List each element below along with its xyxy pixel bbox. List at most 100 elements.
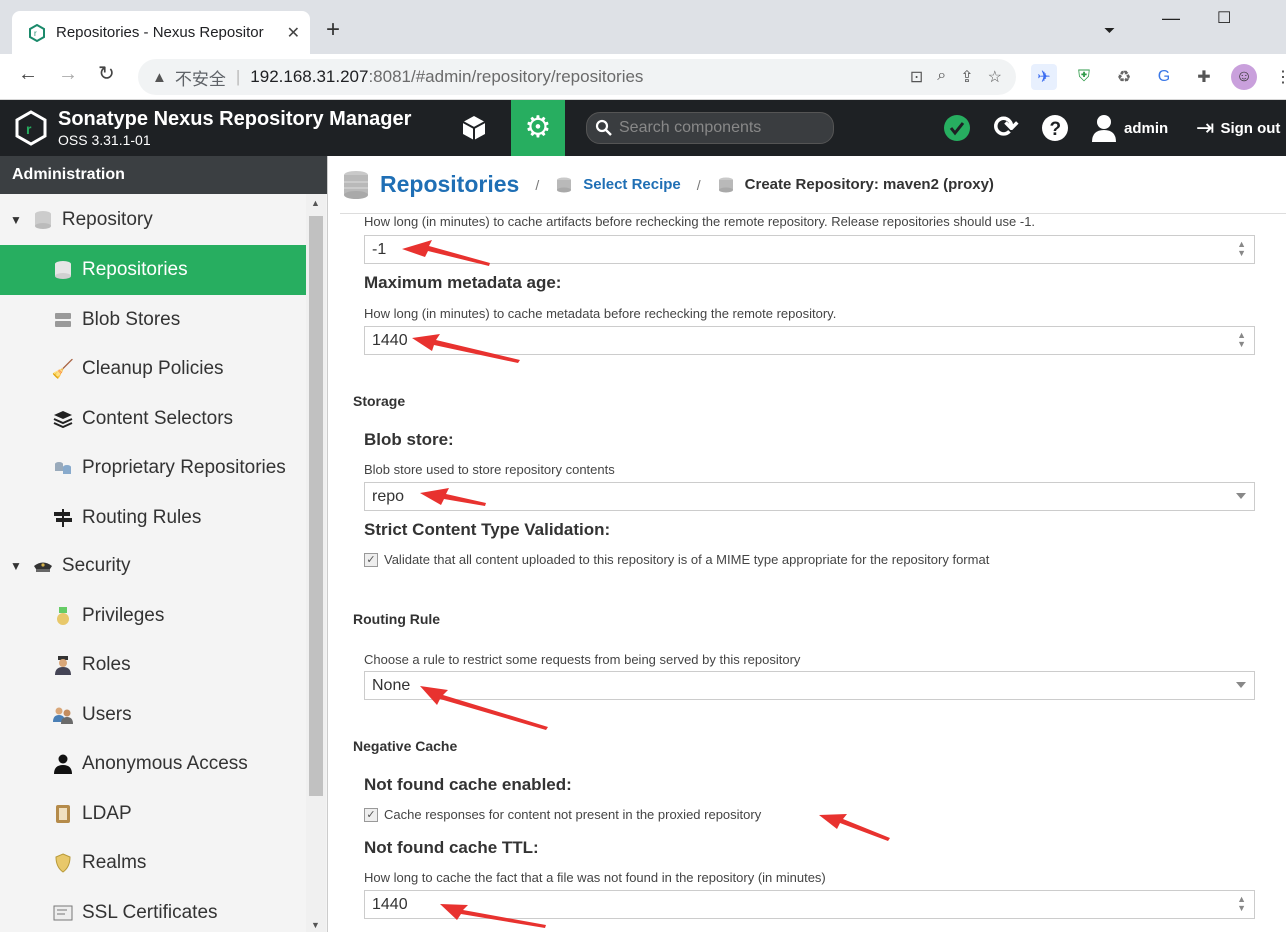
sidebar-scrollbar[interactable]: ▲ ▼ <box>306 194 326 932</box>
sidebar-item-label: Proprietary Repositories <box>82 457 286 478</box>
new-tab-icon[interactable]: + <box>326 18 340 42</box>
admin-settings-button[interactable]: ⚙ <box>511 100 565 156</box>
extension-translate-icon[interactable]: G <box>1151 64 1177 90</box>
nf-cache-enabled-checkbox[interactable]: ✓ Cache responses for content not presen… <box>364 807 761 822</box>
spinner-icon[interactable]: ▲ ▼ <box>1237 240 1246 258</box>
spinner-icon[interactable]: ▲ ▼ <box>1237 895 1246 913</box>
blob-store-select[interactable]: repo <box>364 482 1255 511</box>
officer-icon <box>52 654 74 676</box>
spinner-icon[interactable]: ▲ ▼ <box>1237 331 1246 349</box>
profile-avatar-icon[interactable]: ☺ <box>1231 64 1257 90</box>
system-status-button[interactable] <box>940 100 974 156</box>
sidebar-item-anonymous-access[interactable]: Anonymous Access <box>0 739 306 789</box>
caret-down-icon: ▼ <box>10 213 22 227</box>
certificate-icon <box>52 902 74 924</box>
browse-button[interactable] <box>447 100 501 156</box>
extension-recycle-icon[interactable]: ♻ <box>1111 64 1137 90</box>
admin-sidebar: Administration ▼ Repository Repositories… <box>0 156 328 932</box>
bookmark-star-icon[interactable]: ☆ <box>988 67 1002 87</box>
breadcrumb-separator: / <box>535 176 540 193</box>
scrollbar-thumb[interactable] <box>309 216 323 796</box>
sidebar-item-label: LDAP <box>82 803 132 824</box>
reload-icon[interactable]: ↻ <box>98 64 115 84</box>
strict-validation-checkbox[interactable]: ✓ Validate that all content uploaded to … <box>364 552 989 567</box>
nf-cache-ttl-input[interactable]: 1440 ▲ ▼ <box>364 890 1255 919</box>
sidebar-item-ssl-certificates[interactable]: SSL Certificates <box>0 888 306 938</box>
max-metadata-age-input[interactable]: 1440 ▲ ▼ <box>364 326 1255 355</box>
sidebar-group-label: Repository <box>61 209 153 230</box>
search-input[interactable] <box>619 119 819 137</box>
warning-icon[interactable]: ▲ <box>152 69 167 86</box>
refresh-icon: ⟳ <box>993 111 1019 144</box>
app-version: OSS 3.31.1-01 <box>58 132 151 148</box>
tab-title: Repositories - Nexus Repositor <box>56 24 264 41</box>
sidebar-item-roles[interactable]: Roles <box>0 640 306 690</box>
extension-shield-icon[interactable]: ⛨ <box>1071 64 1097 90</box>
scroll-up-icon[interactable]: ▲ <box>311 198 320 208</box>
user-name: admin <box>1124 119 1169 137</box>
sidebar-item-privileges[interactable]: Privileges <box>0 591 306 641</box>
breadcrumb-current: Create Repository: maven2 (proxy) <box>744 176 994 193</box>
search-box[interactable] <box>586 112 834 144</box>
sidebar-item-repositories[interactable]: Repositories <box>0 245 306 295</box>
dropdown-arrow-icon[interactable] <box>1236 682 1246 688</box>
translate-icon[interactable]: ⊡ <box>910 67 923 87</box>
sign-out-icon: ⇥ <box>1196 115 1215 140</box>
address-book-icon <box>52 803 74 825</box>
max-metadata-age-label: Maximum metadata age: <box>364 273 562 292</box>
refresh-button[interactable]: ⟳ <box>989 100 1023 156</box>
main-panel: How long (in minutes) to cache artifacts… <box>328 156 1286 932</box>
help-button[interactable]: ? <box>1038 100 1072 156</box>
sidebar-item-routing-rules[interactable]: Routing Rules <box>0 493 306 543</box>
layers-icon <box>52 408 74 430</box>
sidebar-item-label: Content Selectors <box>82 408 234 429</box>
sidebar-item-label: Cleanup Policies <box>82 358 224 379</box>
checkbox-checked-icon[interactable]: ✓ <box>364 552 378 567</box>
shield-icon <box>52 852 74 874</box>
sidebar-item-realms[interactable]: Realms <box>0 838 306 888</box>
sidebar-group-repository[interactable]: ▼ Repository <box>0 195 306 245</box>
maximize-icon[interactable]: ☐ <box>1217 8 1231 28</box>
zoom-icon[interactable]: ⌕ <box>937 67 946 87</box>
omnibox-actions: ⊡ ⌕ ⇪ ☆ <box>910 67 1002 87</box>
sidebar-item-users[interactable]: Users <box>0 690 306 740</box>
sidebar-item-proprietary-repositories[interactable]: Proprietary Repositories <box>0 443 306 493</box>
browser-tab[interactable]: r Repositories - Nexus Repositor ✕ <box>12 11 310 54</box>
sidebar-item-cleanup-policies[interactable]: 🧹 Cleanup Policies <box>0 344 306 394</box>
database-icon <box>52 259 74 281</box>
sidebar-item-ldap[interactable]: LDAP <box>0 789 306 839</box>
sidebar-item-blob-stores[interactable]: Blob Stores <box>0 295 306 345</box>
checkbox-checked-icon[interactable]: ✓ <box>364 807 378 822</box>
scroll-down-icon[interactable]: ▼ <box>311 920 320 930</box>
checkbox-label: Validate that all content uploaded to th… <box>384 552 990 567</box>
user-menu-button[interactable]: admin <box>1092 100 1172 156</box>
browser-toolbar: ← → ↻ ▲ 不安全 | 192.168.31.207:8081/#admin… <box>0 54 1286 100</box>
sidebar-item-content-selectors[interactable]: Content Selectors <box>0 394 306 444</box>
breadcrumb-select-recipe[interactable]: Select Recipe <box>583 176 681 193</box>
check-circle-icon <box>944 115 970 141</box>
max-component-age-input[interactable]: -1 ▲ ▼ <box>364 235 1255 264</box>
max-component-age-help: How long (in minutes) to cache artifacts… <box>364 214 1036 229</box>
dropdown-arrow-icon[interactable] <box>1236 493 1246 499</box>
minimize-icon[interactable]: — <box>1162 8 1180 29</box>
medal-icon <box>52 605 74 627</box>
svg-text:r: r <box>26 121 32 137</box>
user-icon <box>52 753 74 775</box>
forward-icon[interactable]: → <box>58 64 78 84</box>
insecure-label: 不安全 <box>174 69 226 89</box>
share-icon[interactable]: ⇪ <box>960 67 973 87</box>
browser-menu-icon[interactable]: ⋮ <box>1270 64 1286 90</box>
routing-rule-help: Choose a rule to restrict some requests … <box>364 652 801 667</box>
cube-icon <box>462 116 486 140</box>
back-icon[interactable]: ← <box>18 64 38 84</box>
url-host: 192.168.31.207 <box>250 67 369 86</box>
extensions-puzzle-icon[interactable]: ✚ <box>1191 64 1217 90</box>
sidebar-group-security[interactable]: ▼ Security <box>0 541 306 591</box>
close-tab-icon[interactable]: ✕ <box>287 23 300 43</box>
sign-out-button[interactable]: ⇥ Sign out <box>1196 100 1286 156</box>
extension-bird-icon[interactable]: ✈ <box>1031 64 1057 90</box>
breadcrumb-root[interactable]: Repositories <box>380 171 519 198</box>
tab-search-icon[interactable]: ⏷ <box>1104 22 1115 39</box>
routing-rule-select[interactable]: None <box>364 671 1255 700</box>
address-bar[interactable]: ▲ 不安全 | 192.168.31.207:8081/#admin/repos… <box>138 59 1016 95</box>
